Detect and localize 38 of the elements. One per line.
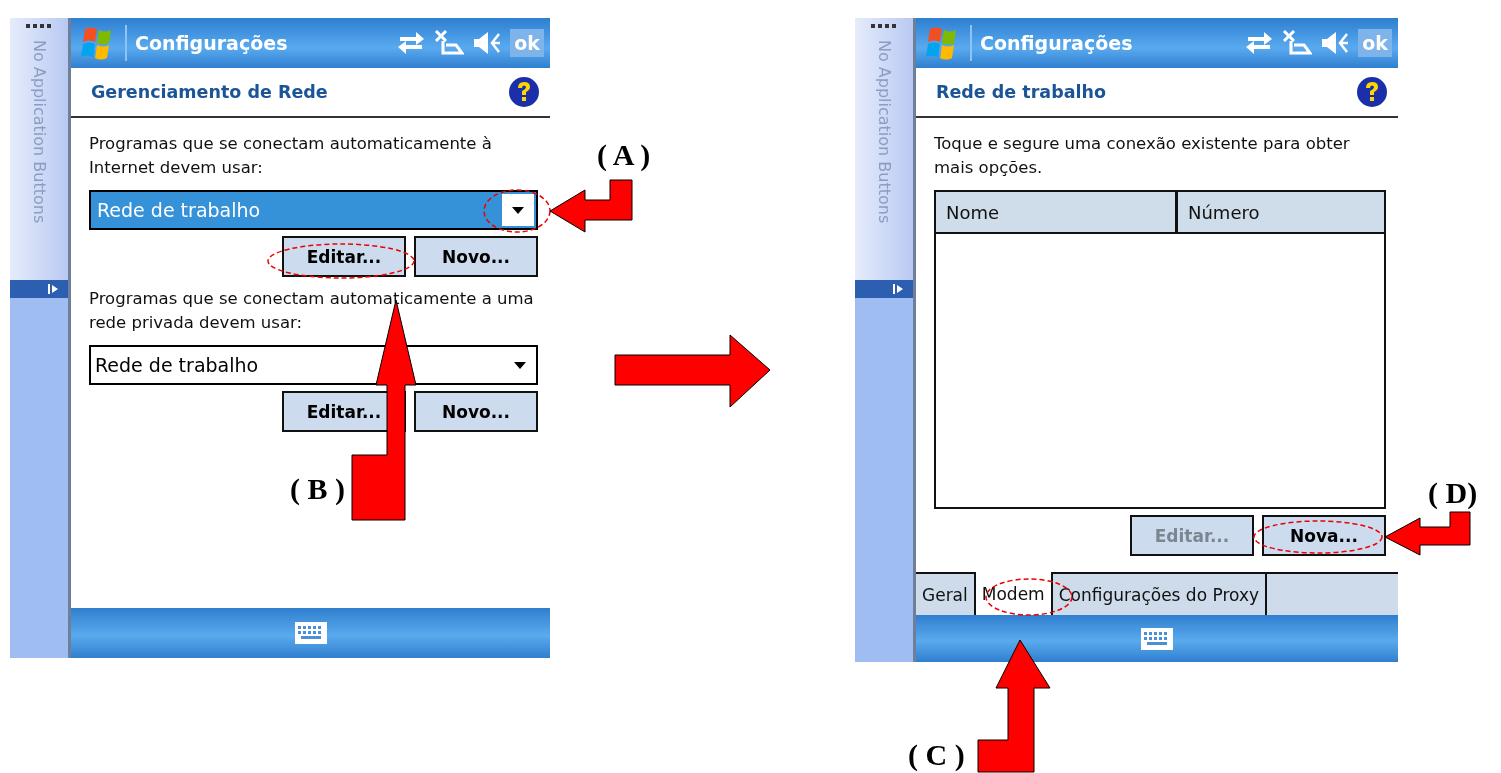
- highlight-ellipse: [483, 189, 551, 233]
- network-dropdown[interactable]: Rede de trabalho: [89, 345, 538, 385]
- speaker-icon[interactable]: [1320, 30, 1351, 56]
- tab[interactable]: Modem: [973, 572, 1051, 615]
- instruction-text: Programas que se conectam automaticamente a uma rede privada devem usar:: [89, 288, 535, 334]
- new-button[interactable]: Nova...: [1262, 515, 1386, 556]
- callout-label: ( D): [1428, 476, 1478, 510]
- keyboard-icon[interactable]: [1141, 627, 1173, 650]
- grip-dots-icon: [26, 24, 52, 28]
- dropdown-arrow-icon: [514, 361, 526, 369]
- window-title: Configurações: [980, 32, 1134, 54]
- expand-arrow-icon[interactable]: [893, 284, 903, 294]
- sidebar-label: No Application Buttons: [874, 40, 894, 224]
- speaker-icon[interactable]: [472, 30, 503, 56]
- callout-label: ( A ): [597, 138, 651, 172]
- edit-button[interactable]: Editar...: [282, 236, 406, 277]
- help-icon[interactable]: [508, 76, 540, 108]
- window-title: Configurações: [135, 32, 289, 54]
- dropdown-arrow-icon: [512, 206, 524, 214]
- sidebar-label: No Application Buttons: [29, 40, 49, 224]
- new-button[interactable]: Novo...: [414, 236, 538, 277]
- help-icon[interactable]: [1356, 76, 1388, 108]
- instruction-text: Programas que se conectam automaticamente à Internet devem usar:: [89, 133, 493, 179]
- column-header[interactable]: Número: [1178, 192, 1260, 232]
- keyboard-icon[interactable]: [294, 622, 327, 644]
- expand-arrow-icon[interactable]: [48, 284, 58, 294]
- instruction-text: Toque e segure uma conexão existente para obter mais opções.: [934, 133, 1351, 179]
- callout-label: ( C ): [908, 738, 965, 772]
- connection-list[interactable]: Nome Número: [934, 190, 1386, 509]
- callout-label: ( B ): [290, 472, 345, 506]
- antenna-off-icon[interactable]: [434, 29, 465, 57]
- antenna-off-icon[interactable]: [1282, 29, 1313, 57]
- tab[interactable]: Configurações do Proxy: [1050, 572, 1265, 615]
- new-button[interactable]: Novo...: [414, 391, 538, 432]
- page-heading: Rede de trabalho: [936, 82, 1106, 102]
- column-header[interactable]: Nome: [936, 192, 1178, 232]
- page-heading: Gerenciamento de Rede: [91, 82, 328, 102]
- grip-dots-icon: [871, 24, 897, 28]
